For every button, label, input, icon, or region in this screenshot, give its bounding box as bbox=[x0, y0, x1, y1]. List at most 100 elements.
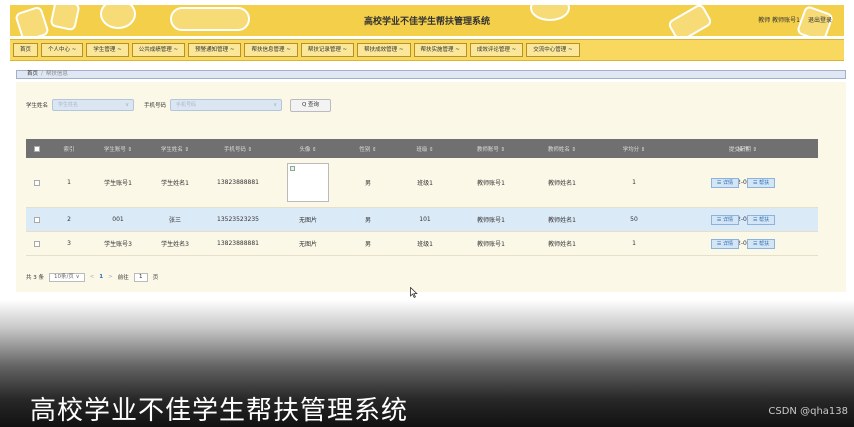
cell-student-name: 张三 bbox=[168, 217, 181, 224]
avatar-image bbox=[287, 163, 329, 202]
cell-class: 班级1 bbox=[417, 180, 433, 187]
row-checkbox[interactable] bbox=[26, 208, 48, 231]
nav-item[interactable]: 预警通知管理 ~ bbox=[188, 43, 242, 57]
cell-student-name: 学生姓名3 bbox=[161, 241, 189, 248]
cell-student-name: 学生姓名1 bbox=[161, 180, 189, 187]
select-all-checkbox[interactable] bbox=[26, 139, 48, 158]
nav-item[interactable]: 首页 bbox=[13, 43, 39, 57]
detail-button[interactable]: ☰ 详情 bbox=[710, 214, 739, 225]
cell-teacher-account: 教师账号1 bbox=[477, 217, 505, 224]
nav-item[interactable]: 交流中心管理 ~ bbox=[526, 43, 580, 57]
column-header[interactable]: 学生姓名 ⇕ bbox=[146, 139, 204, 158]
table-header: 索引 学生账号 ⇕ 学生姓名 ⇕ 手机号码 ⇕ 头像 ⇕ 性别 ⇕ 班级 ⇕ 教师账号 ⇕ 教师… bbox=[26, 139, 818, 158]
column-header[interactable]: 教师账号 ⇕ bbox=[458, 139, 524, 158]
nav-item[interactable]: 学生管理 ~ bbox=[86, 43, 129, 57]
cell-index: 1 bbox=[67, 179, 71, 186]
column-header[interactable]: 学生账号 ⇕ bbox=[90, 139, 146, 158]
detail-button[interactable]: ☰ 详情 bbox=[710, 238, 739, 249]
goto-page-input[interactable]: 1 bbox=[133, 272, 148, 282]
cell-teacher-name: 教师姓名1 bbox=[548, 241, 576, 248]
header-banner: 高校学业不佳学生帮扶管理系统 教师 教师账号1 退出登录 bbox=[10, 5, 844, 36]
cell-teacher-name: 教师姓名1 bbox=[548, 180, 576, 187]
checkbox-box bbox=[34, 145, 40, 152]
cell-student-account: 001 bbox=[112, 216, 124, 223]
avatar-cell bbox=[272, 158, 344, 207]
nav-item[interactable]: 帮扶信息管理 ~ bbox=[244, 43, 298, 57]
breadcrumb-home[interactable]: 首页 bbox=[27, 71, 38, 77]
nav-item[interactable]: 成效评论管理 ~ bbox=[469, 43, 524, 57]
nav-item[interactable]: 帮扶成效管理 ~ bbox=[357, 43, 411, 57]
content-panel: 学生姓名 学生姓名 ∨ 手机号码 手机号码 ∨ Q 查询 索引 学生账号 ⇕ 学生姓名 … bbox=[16, 82, 846, 292]
cell-index: 3 bbox=[67, 240, 71, 247]
broken-image-icon bbox=[290, 166, 295, 171]
cell-phone: 13823888881 bbox=[217, 179, 259, 186]
page-unit: 页 bbox=[152, 275, 159, 281]
breadcrumb: 首页 / 帮扶信息 bbox=[16, 70, 846, 79]
row-checkbox[interactable] bbox=[26, 158, 48, 207]
phone-input[interactable]: 手机号码 ∨ bbox=[170, 99, 283, 111]
cell-gender: 男 bbox=[364, 241, 371, 248]
cell-class: 班级1 bbox=[417, 241, 433, 248]
system-title: 高校学业不佳学生帮扶管理系统 bbox=[363, 17, 490, 27]
total-count: 共 3 条 bbox=[26, 275, 44, 281]
cell-avg-score: 1 bbox=[632, 240, 636, 247]
row-actions: ☰ 详情 ☰ 帮扶 bbox=[668, 232, 818, 255]
cell-gender: 男 bbox=[364, 180, 371, 187]
detail-button[interactable]: ☰ 详情 bbox=[710, 177, 739, 188]
breadcrumb-separator: / bbox=[41, 71, 43, 77]
column-header[interactable]: 班级 ⇕ bbox=[392, 139, 458, 158]
checkbox-box bbox=[34, 216, 40, 223]
current-page[interactable]: 1 bbox=[99, 274, 103, 280]
column-header[interactable]: 教师姓名 ⇕ bbox=[524, 139, 600, 158]
nav-item[interactable]: 个人中心 ~ bbox=[41, 43, 84, 57]
cell-student-account: 学生账号1 bbox=[104, 180, 132, 187]
screen: 高校学业不佳学生帮扶管理系统 教师 教师账号1 退出登录 首页 个人中心 ~ 学生管… bbox=[0, 0, 854, 427]
chevron-down-icon: ∨ bbox=[125, 102, 130, 108]
nav-item[interactable]: 公共成绩管理 ~ bbox=[131, 43, 186, 57]
watermark: CSDN @qha138 bbox=[768, 406, 848, 417]
row-checkbox[interactable] bbox=[26, 232, 48, 255]
student-name-label: 学生姓名 bbox=[26, 103, 49, 109]
column-header[interactable]: 操作 bbox=[668, 139, 818, 158]
nav-item[interactable]: 帮扶记录管理 ~ bbox=[300, 43, 355, 57]
cell-student-account: 学生账号3 bbox=[104, 241, 132, 248]
cell-avatar: 无图片 bbox=[298, 241, 317, 248]
cell-avatar: 无图片 bbox=[298, 217, 317, 224]
breadcrumb-current: 帮扶信息 bbox=[45, 71, 68, 77]
prev-page-button[interactable]: < bbox=[90, 274, 95, 280]
column-header[interactable]: 性别 ⇕ bbox=[344, 139, 392, 158]
help-button[interactable]: ☰ 帮扶 bbox=[747, 177, 776, 188]
next-page-button[interactable]: > bbox=[108, 274, 113, 280]
query-button[interactable]: Q 查询 bbox=[290, 98, 332, 112]
current-user[interactable]: 教师 教师账号1 bbox=[758, 15, 800, 24]
column-header[interactable]: 手机号码 ⇕ bbox=[204, 139, 272, 158]
user-bar: 教师 教师账号1 退出登录 bbox=[758, 15, 832, 24]
cell-class: 101 bbox=[419, 216, 431, 223]
table-row[interactable]: 2 001 张三 13523523235 无图片男 101 教师账号1 教师姓名1 50 2022… bbox=[26, 208, 818, 232]
phone-label: 手机号码 bbox=[144, 103, 167, 109]
cell-gender: 男 bbox=[364, 217, 371, 224]
table-row[interactable]: 1 学生账号1 学生姓名1 13823888881 男班级1 教师账号1 教师姓名1 1 202… bbox=[26, 158, 818, 208]
help-button[interactable]: ☰ 帮扶 bbox=[747, 214, 776, 225]
cell-index: 2 bbox=[67, 216, 71, 223]
video-caption: 高校学业不佳学生帮扶管理系统 bbox=[30, 396, 409, 426]
table-row[interactable]: 3 学生账号3 学生姓名3 13823888881 无图片 男 班级1 教师账号1 教师姓名1 1… bbox=[26, 232, 818, 256]
help-button[interactable]: ☰ 帮扶 bbox=[747, 238, 776, 249]
phone-placeholder: 手机号码 bbox=[176, 102, 197, 108]
cell-avg-score: 50 bbox=[630, 216, 638, 223]
mouse-pointer-icon bbox=[410, 287, 418, 298]
goto-label: 前往 bbox=[117, 275, 129, 281]
cell-teacher-account: 教师账号1 bbox=[477, 180, 505, 187]
nav-item[interactable]: 帮扶实施管理 ~ bbox=[413, 43, 467, 57]
row-actions: ☰ 详情 ☰ 帮扶 bbox=[668, 158, 818, 207]
page-size-select[interactable]: 10条/页 ∨ bbox=[49, 272, 85, 282]
student-name-placeholder: 学生姓名 bbox=[58, 102, 79, 108]
column-header[interactable]: 学均分 ⇕ bbox=[600, 139, 668, 158]
logout-link[interactable]: 退出登录 bbox=[808, 15, 832, 24]
column-header[interactable]: 索引 bbox=[48, 139, 90, 158]
student-name-input[interactable]: 学生姓名 ∨ bbox=[52, 99, 135, 111]
cell-teacher-name: 教师姓名1 bbox=[548, 217, 576, 224]
row-actions: ☰ 详情 ☰ 帮扶 bbox=[668, 208, 818, 231]
cell-teacher-account: 教师账号1 bbox=[477, 241, 505, 248]
column-header[interactable]: 头像 ⇕ bbox=[272, 139, 344, 158]
